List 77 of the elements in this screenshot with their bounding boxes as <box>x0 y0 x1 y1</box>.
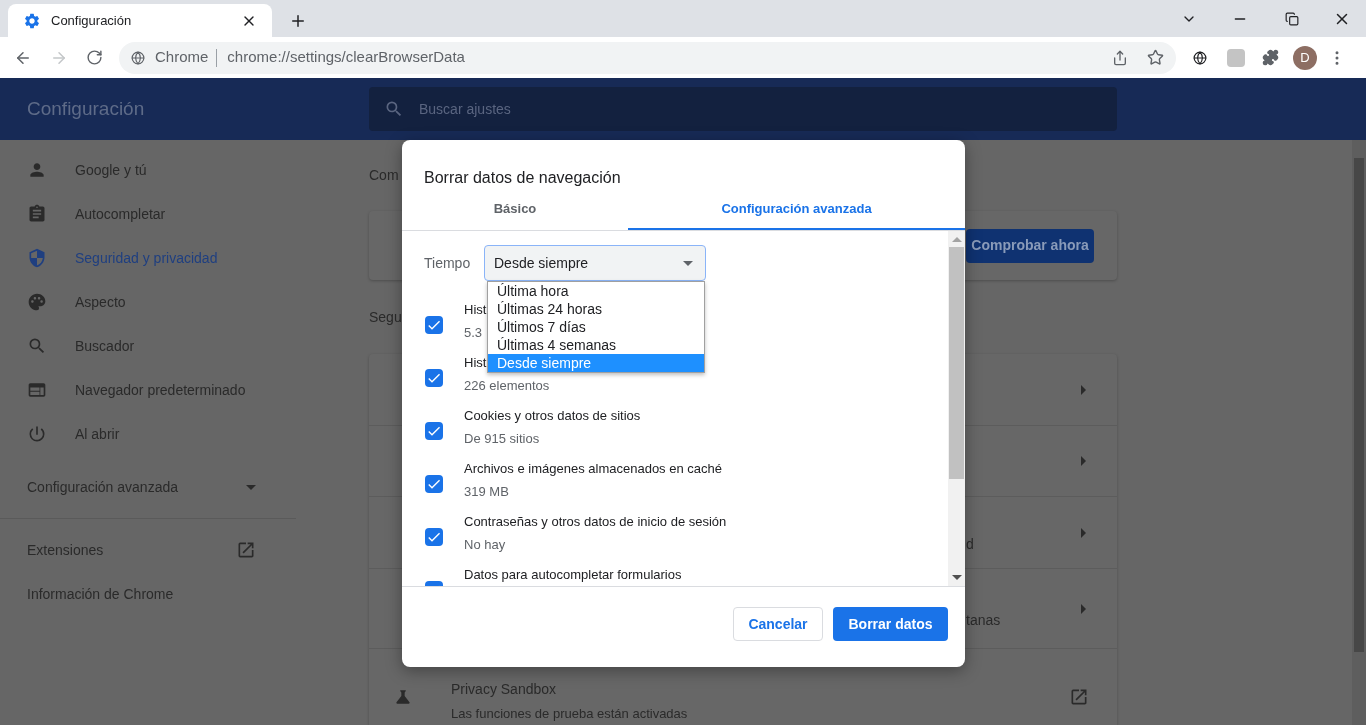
time-range-option[interactable]: Desde siempre <box>488 354 704 372</box>
time-range-option[interactable]: Últimos 7 días <box>488 318 704 336</box>
item-label: Archivos e imágenes almacenados en caché <box>464 460 722 478</box>
time-label: Tiempo <box>424 253 472 273</box>
checkbox[interactable] <box>425 527 443 546</box>
settings-title: Configuración <box>27 97 145 119</box>
address-bar[interactable]: Chrome chrome://settings/clearBrowserData <box>119 41 1176 74</box>
sidebar-link[interactable]: Información de Chrome <box>0 572 296 616</box>
check-now-button[interactable]: Comprobar ahora <box>966 228 1094 263</box>
time-range-option[interactable]: Últimas 4 semanas <box>488 336 704 354</box>
sidebar-item[interactable]: Autocompletar <box>0 192 296 236</box>
checkbox[interactable] <box>425 474 443 493</box>
profile-avatar[interactable]: D <box>1293 45 1317 70</box>
arrow-icon <box>1081 384 1086 395</box>
checkbox[interactable] <box>425 315 443 334</box>
item-label: Hist <box>464 354 487 372</box>
item-label: Cookies y otros datos de sitios <box>464 407 641 425</box>
item-detail: 319 MB <box>464 482 509 501</box>
sidebar-item[interactable]: Navegador predeterminado <box>0 368 296 412</box>
sidebar-item[interactable]: Google y tú <box>0 148 296 192</box>
search-icon <box>27 336 47 356</box>
section-heading: Segu <box>369 307 402 327</box>
advanced-section[interactable]: Configuración avanzada <box>0 465 296 509</box>
globe-icon[interactable] <box>1193 50 1207 65</box>
section-heading: Com <box>369 165 399 185</box>
item-label: Hist <box>464 301 487 319</box>
share-icon[interactable] <box>1112 49 1128 66</box>
row-text: tanas <box>966 612 1001 628</box>
settings-row[interactable]: Privacy Sandbox Las funciones de prueba están activadas <box>369 649 1117 725</box>
flask-icon <box>393 687 413 707</box>
clipboard-icon <box>27 204 47 224</box>
caret-icon <box>683 260 693 266</box>
dialog-title: Borrar datos de navegación <box>424 168 621 188</box>
time-range-option[interactable]: Últimas 24 horas <box>488 300 704 318</box>
cancel-button[interactable]: Cancelar <box>733 607 823 641</box>
checkbox[interactable] <box>425 421 443 440</box>
arrow-icon <box>1081 527 1086 538</box>
checkbox[interactable] <box>425 368 443 387</box>
external-link-icon <box>236 540 256 560</box>
item-detail: 226 elementos <box>464 376 550 395</box>
search-icon <box>384 99 404 119</box>
time-range-option[interactable]: Última hora <box>488 282 704 300</box>
shield-icon <box>27 248 47 268</box>
item-detail: 5.3 <box>464 323 483 342</box>
extensions-icon[interactable] <box>1262 49 1279 66</box>
time-range-select[interactable]: Desde siempre <box>484 245 706 281</box>
scrollbar-thumb[interactable] <box>949 247 964 479</box>
sidebar-item[interactable]: Buscador <box>0 324 296 368</box>
site-info-icon[interactable] <box>131 50 145 65</box>
search-field[interactable]: Buscar ajustes <box>369 87 1117 131</box>
site-label: Chrome <box>155 47 209 68</box>
palette-icon <box>27 292 47 312</box>
item-detail: No hay <box>464 535 506 554</box>
settings-icon <box>23 11 41 30</box>
browser-window-icon <box>27 380 47 400</box>
item-label: Contraseñas y otros datos de inicio de sesión <box>464 513 727 531</box>
row-title: Privacy Sandbox <box>451 680 558 699</box>
restore-icon[interactable] <box>1285 11 1299 26</box>
browser-tab[interactable]: Configuración <box>8 4 272 37</box>
sidebar-item[interactable]: Al abrir <box>0 412 296 456</box>
row-subtitle: Las funciones de prueba están activadas <box>451 705 689 723</box>
star-icon[interactable] <box>1147 49 1164 66</box>
arrow-icon <box>1081 603 1086 614</box>
dialog-tab[interactable]: Configuración avanzada <box>628 190 965 230</box>
item-label: Datos para autocompletar formularios <box>464 566 682 584</box>
url-text: chrome://settings/clearBrowserData <box>227 47 466 68</box>
arrow-icon <box>1081 456 1086 466</box>
reload-icon[interactable] <box>86 49 103 66</box>
dialog-tab[interactable]: Básico <box>402 190 628 230</box>
item-detail: De 915 sitios <box>464 429 540 448</box>
scroll-down-icon[interactable] <box>951 575 962 580</box>
external-link-icon <box>1069 687 1089 707</box>
power-icon <box>27 424 47 444</box>
tab-title: Configuración <box>51 11 133 30</box>
sidebar-link[interactable]: Extensiones <box>0 528 296 572</box>
sidebar-item[interactable]: Aspecto <box>0 280 296 324</box>
clear-data-button[interactable]: Borrar datos <box>833 607 948 641</box>
